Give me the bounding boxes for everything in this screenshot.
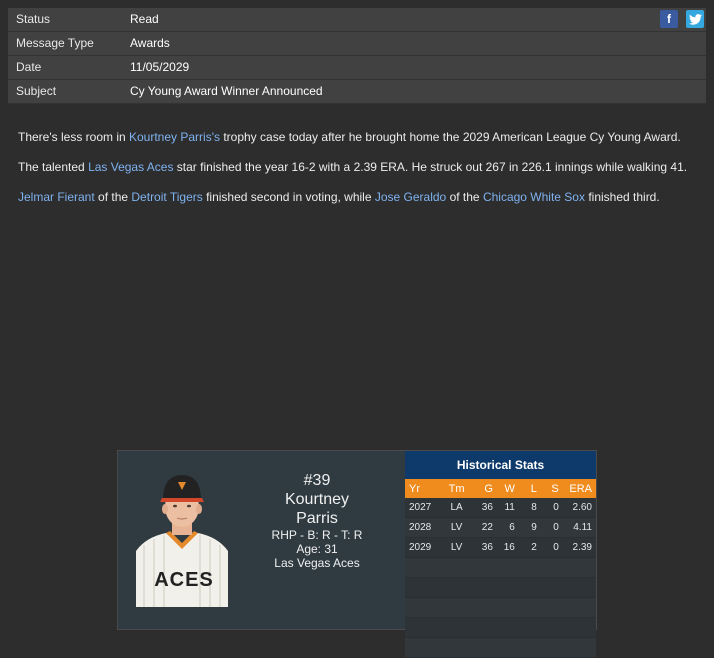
cell-tm: LV [441, 537, 472, 558]
empty-row [405, 557, 596, 578]
date-label: Date [16, 60, 42, 74]
jersey-text: ACES [154, 569, 214, 591]
facebook-icon[interactable]: f [660, 10, 678, 28]
message-type-label: Message Type [16, 36, 94, 50]
article-paragraph: Jelmar Fierant of the Detroit Tigers fin… [18, 190, 688, 205]
stats-header-row: Yr Tm G W L S ERA [405, 479, 596, 498]
table-row: 2029 LV 36 16 2 0 2.39 [405, 537, 596, 558]
cell-s: 0 [537, 537, 560, 558]
empty-row [405, 577, 596, 598]
status-value: Read [130, 12, 159, 26]
header-row-date: Date 11/05/2029 [8, 56, 706, 80]
message-header: Status Read f Message Type Awards Date 1… [8, 8, 706, 104]
twitter-icon[interactable] [686, 10, 704, 28]
cell-l: 2 [515, 537, 538, 558]
cell-era: 4.11 [559, 517, 596, 538]
historical-stats-table: Yr Tm G W L S ERA 2027 LA 36 11 8 0 2.60… [405, 479, 596, 658]
team-link-detroit-tigers[interactable]: Detroit Tigers [131, 190, 202, 204]
header-row-status: Status Read f [8, 8, 706, 32]
cell-g: 36 [471, 498, 494, 518]
col-header-l: L [515, 479, 538, 498]
article-text: trophy case today after he brought home … [220, 130, 681, 144]
player-card: ACES #39 Kourtney Parris RHP - B: R - T:… [117, 450, 597, 658]
col-header-g: G [471, 479, 494, 498]
table-row: 2027 LA 36 11 8 0 2.60 [405, 498, 596, 518]
cell-w: 11 [493, 498, 516, 518]
empty-row [405, 597, 596, 618]
player-link-kourtney-parris[interactable]: Kourtney Parris's [129, 130, 220, 144]
header-row-message-type: Message Type Awards [8, 32, 706, 56]
col-header-s: S [537, 479, 560, 498]
historical-stats-panel: Historical Stats Yr Tm G W L S ERA 2027 … [405, 451, 596, 658]
cell-w: 16 [493, 537, 516, 558]
article-text: star finished the year 16-2 with a 2.39 … [173, 160, 688, 174]
article-text: of the [94, 190, 132, 204]
cell-l: 9 [515, 517, 538, 538]
empty-row [405, 617, 596, 638]
article-text: The talented [18, 160, 89, 174]
cell-s: 0 [537, 498, 560, 518]
player-number: #39 [303, 472, 331, 489]
cell-yr: 2027 [405, 498, 442, 518]
twitter-bird-icon [688, 13, 702, 25]
subject-value: Cy Young Award Winner Announced [130, 84, 323, 98]
article-text: finished third. [584, 190, 660, 204]
player-photo[interactable]: ACES [136, 473, 228, 607]
team-link-las-vegas-aces[interactable]: Las Vegas Aces [88, 160, 173, 174]
cell-s: 0 [537, 517, 560, 538]
player-info: #39 Kourtney Parris RHP - B: R - T: R Ag… [258, 471, 376, 570]
article-text: finished second in voting, while [202, 190, 375, 204]
article-text: There's less room in [18, 130, 129, 144]
message-body: There's less room in Kourtney Parris's t… [18, 130, 688, 220]
cell-tm: LA [441, 498, 472, 518]
header-row-subject: Subject Cy Young Award Winner Announced [8, 80, 706, 104]
team-link-chicago-white-sox[interactable]: Chicago White Sox [483, 190, 585, 204]
player-link-jelmar-fierant[interactable]: Jelmar Fierant [18, 190, 95, 204]
table-row: 2028 LV 22 6 9 0 4.11 [405, 517, 596, 538]
cell-yr: 2029 [405, 537, 442, 558]
empty-row [405, 637, 596, 658]
player-position-line: RHP - B: R - T: R [271, 528, 363, 542]
col-header-yr: Yr [405, 479, 442, 498]
cell-l: 8 [515, 498, 538, 518]
subject-label: Subject [16, 84, 57, 98]
article-paragraph: The talented Las Vegas Aces star finishe… [18, 160, 688, 175]
message-type-value: Awards [130, 36, 170, 50]
cell-g: 22 [471, 517, 494, 538]
player-team[interactable]: Las Vegas Aces [258, 556, 376, 570]
cell-g: 36 [471, 537, 494, 558]
article-text: of the [446, 190, 483, 204]
col-header-w: W [493, 479, 516, 498]
player-last-name[interactable]: Parris [258, 509, 376, 528]
player-age: Age: 31 [296, 542, 338, 556]
col-header-era: ERA [559, 479, 596, 498]
historical-stats-title: Historical Stats [405, 451, 596, 479]
cell-w: 6 [493, 517, 516, 538]
player-first-name[interactable]: Kourtney [258, 490, 376, 509]
player-link-jose-geraldo[interactable]: Jose Geraldo [375, 190, 446, 204]
date-value: 11/05/2029 [130, 60, 190, 74]
col-header-tm: Tm [441, 479, 472, 498]
cell-era: 2.39 [559, 537, 596, 558]
status-label: Status [16, 12, 51, 26]
article-paragraph: There's less room in Kourtney Parris's t… [18, 130, 688, 145]
cell-yr: 2028 [405, 517, 442, 538]
cell-era: 2.60 [559, 498, 596, 518]
cell-tm: LV [441, 517, 472, 538]
